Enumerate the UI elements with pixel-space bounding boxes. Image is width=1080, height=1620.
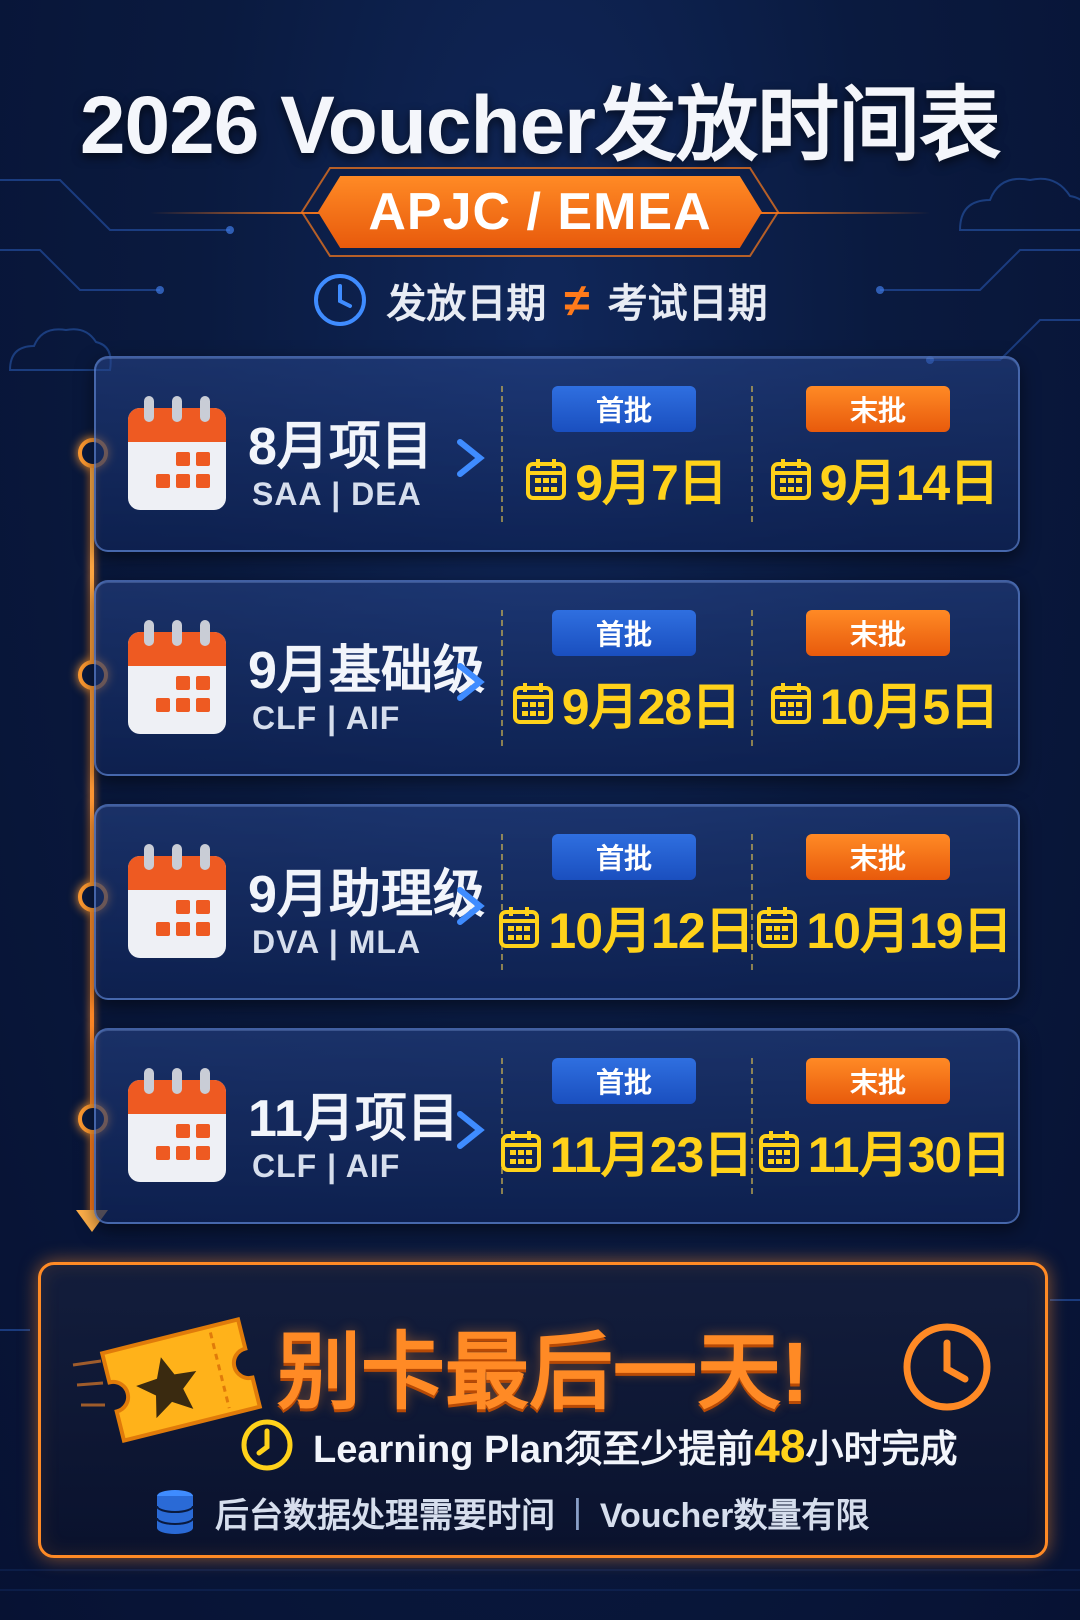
calendar-icon: [128, 396, 226, 510]
calendar-small-icon: [500, 1131, 541, 1172]
project-name: 8月项目: [248, 418, 433, 476]
hours-value: 48: [754, 1419, 806, 1472]
divider: [501, 834, 503, 970]
divider: [501, 1058, 503, 1194]
schedule-card: 9月基础级 CLF | AIF 首批 末批 9月28日 10月5日: [94, 580, 1020, 776]
last-batch-badge: 末批: [806, 610, 950, 656]
date-notice: 发放日期 ≠ 考试日期: [0, 270, 1080, 330]
calendar-small-icon: [770, 683, 811, 724]
date-text: 11月30日: [807, 1127, 1011, 1183]
project-exams: SAA | DEA: [252, 476, 422, 512]
reminder-footer: 后台数据处理需要时间 | Voucher数量有限: [153, 1487, 869, 1537]
calendar-small-icon: [757, 907, 798, 948]
last-batch-badge: 末批: [806, 386, 950, 432]
last-batch-date: 10月5日: [756, 668, 1012, 738]
date-text: 9月14日: [819, 455, 999, 511]
date-text: 11月23日: [549, 1127, 753, 1183]
date-text: 9月7日: [575, 455, 728, 511]
calendar-small-icon: [526, 459, 567, 500]
chevron-right-icon: [457, 887, 485, 925]
date-text: 10月5日: [819, 679, 999, 735]
project-exams: DVA | MLA: [252, 924, 422, 960]
project-name: 11月项目: [248, 1090, 459, 1148]
last-batch-badge: 末批: [806, 834, 950, 880]
schedule-card: 11月项目 CLF | AIF 首批 末批 11月23日 11月30日: [94, 1028, 1020, 1224]
clock-icon: [314, 274, 367, 326]
schedule-card: 9月助理级 DVA | MLA 首批 末批 10月12日 10月19日: [94, 804, 1020, 1000]
last-batch-badge: 末批: [806, 1058, 950, 1104]
learning-plan-suffix: 小时完成: [805, 1428, 958, 1471]
footer-separator: |: [573, 1492, 582, 1531]
notice-exam-date: 考试日期: [607, 282, 768, 326]
project-name: 9月基础级: [248, 642, 485, 700]
alarm-clock-icon: [903, 1323, 991, 1411]
last-batch-date: 10月19日: [756, 892, 1013, 962]
notice-release-date: 发放日期: [386, 282, 547, 326]
divider: [501, 386, 503, 522]
divider: [751, 386, 753, 522]
reminder-panel: 别卡最后一天! Learning Plan须至少提前48小时完成 后台数据处理需…: [38, 1262, 1048, 1558]
first-batch-badge: 首批: [552, 386, 696, 432]
calendar-small-icon: [512, 683, 553, 724]
chevron-right-icon: [457, 1111, 485, 1149]
first-batch-date: 9月28日: [508, 668, 744, 738]
region-banner: APJC / EMEA: [0, 167, 1080, 257]
learning-plan-prefix: Learning Plan须至少提前: [313, 1428, 755, 1471]
first-batch-badge: 首批: [552, 1058, 696, 1104]
calendar-small-icon: [770, 459, 811, 500]
first-batch-badge: 首批: [552, 834, 696, 880]
page-title: 2026 Voucher发放时间表: [79, 80, 1001, 171]
project-exams: CLF | AIF: [252, 1148, 401, 1184]
divider: [501, 610, 503, 746]
last-batch-date: 11月30日: [756, 1116, 1012, 1186]
schedule-card: 8月项目 SAA | DEA 首批 末批 9月7日 9月14日: [94, 356, 1020, 552]
clock-icon: [241, 1419, 293, 1471]
calendar-icon: [128, 1068, 226, 1182]
divider: [751, 610, 753, 746]
reminder-headline: 别卡最后一天!: [277, 1325, 809, 1419]
first-batch-date: 9月7日: [508, 444, 744, 514]
footer-processing-note: 后台数据处理需要时间: [215, 1496, 555, 1535]
region-badge: APJC / EMEA: [318, 176, 762, 248]
first-batch-badge: 首批: [552, 610, 696, 656]
last-batch-date: 9月14日: [756, 444, 1012, 514]
date-text: 9月28日: [561, 679, 741, 735]
calendar-small-icon: [758, 1131, 799, 1172]
chevron-right-icon: [457, 663, 485, 701]
calendar-small-icon: [499, 907, 540, 948]
chevron-right-icon: [457, 439, 485, 477]
not-equal-symbol: ≠: [564, 274, 590, 326]
date-text: 10月19日: [806, 903, 1012, 959]
first-batch-date: 10月12日: [499, 892, 755, 962]
project-name: 9月助理级: [248, 866, 485, 924]
footer-limited-note: Voucher数量有限: [599, 1496, 870, 1535]
calendar-icon: [128, 620, 226, 734]
learning-plan-note: Learning Plan须至少提前48小时完成: [239, 1415, 957, 1475]
first-batch-date: 11月23日: [500, 1116, 753, 1186]
date-text: 10月12日: [548, 903, 754, 959]
database-icon: [156, 1490, 194, 1534]
calendar-icon: [128, 844, 226, 958]
project-exams: CLF | AIF: [252, 700, 401, 736]
